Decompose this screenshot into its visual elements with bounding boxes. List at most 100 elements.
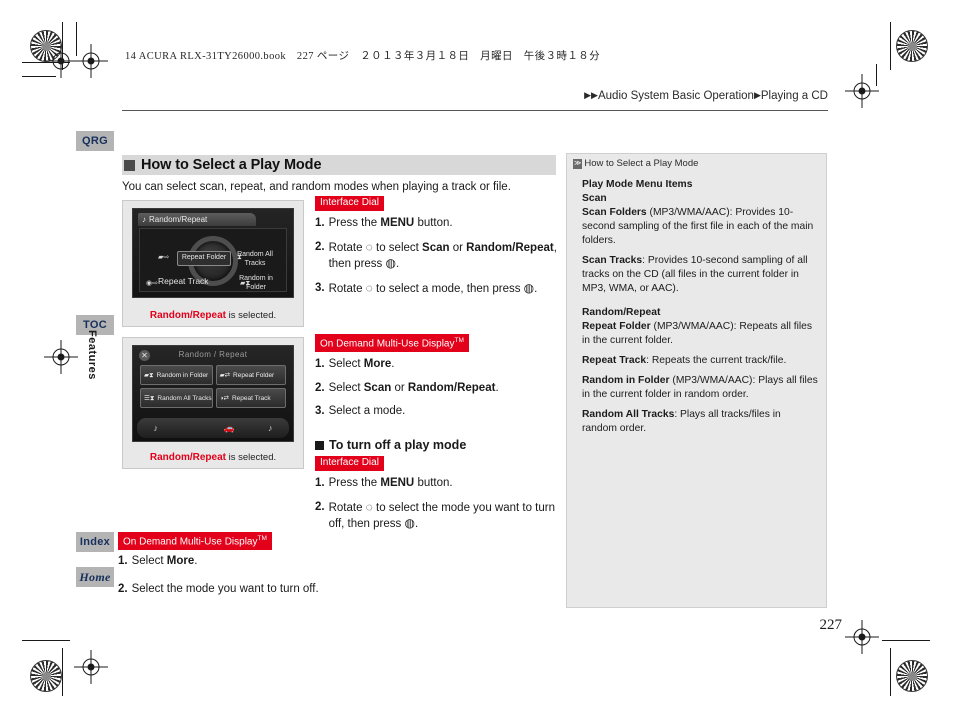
page-number: 227 — [819, 617, 843, 633]
step-text: Select a mode. — [328, 405, 406, 418]
crop-mark — [890, 22, 891, 70]
screen-title-text: Random/Repeat — [149, 215, 208, 224]
step-number: 2. — [118, 582, 128, 595]
info-panel-body: Play Mode Menu Items Scan Scan Folders (… — [576, 178, 818, 442]
step-text: Rotate ◌ to select the mode you want to … — [328, 499, 555, 531]
procedure-interface-dial: Interface Dial 1. Press the MENU button.… — [315, 196, 565, 297]
figure1-caption-bold: Random/Repeat — [149, 310, 226, 321]
breadcrumb-topic: Playing a CD — [760, 90, 828, 102]
sidebar-tab-index[interactable]: Index — [76, 532, 114, 552]
registration-cross-top-right — [845, 74, 879, 108]
step-number: 2. — [315, 500, 325, 513]
bullet-square-icon-2 — [315, 440, 324, 450]
step-2: 2. Rotate ◌ to select Scan or Random/Rep… — [315, 240, 565, 273]
button-random-in-folder-label: Random in Folder — [156, 371, 209, 379]
figure1-caption: Random/Repeat is selected. — [123, 310, 303, 321]
figure-on-demand-display-screen: ✕ Random / Repeat ▰⧗ Random in Folder ▰⇄… — [122, 337, 304, 469]
tracks-random-icon: ☰⧗ — [144, 394, 155, 402]
figure2-caption-bold: Random/Repeat — [149, 452, 226, 463]
panel-repeat-folder: Repeat Folder (MP3/WMA/AAC): Repeats all… — [582, 321, 813, 346]
registration-cross-left-mid — [44, 340, 78, 374]
panel-scan-tracks: Scan Tracks: Provides 10-second sampling… — [582, 255, 808, 294]
badge-interface-dial-2: Interface Dial — [315, 456, 384, 471]
subheading-text: To turn off a play mode — [329, 438, 467, 452]
page-title: How to Select a Play Mode — [141, 157, 322, 173]
crop-mark — [22, 76, 56, 77]
step-1: 1. Press the MENU button. — [315, 476, 565, 492]
bullet-square-icon — [124, 159, 135, 171]
step-number: 1. — [315, 217, 325, 229]
crop-mark — [22, 62, 70, 63]
section-turn-off-on-demand: On Demand Multi-Use DisplayTM 1. Select … — [118, 532, 418, 597]
breadcrumb-section: Audio System Basic Operation — [597, 90, 754, 102]
menu-item-repeat-track[interactable]: Repeat Track — [158, 277, 209, 286]
panel-scan-head: Scan — [582, 193, 607, 204]
sidebar-tab-home[interactable]: Home — [76, 567, 114, 587]
info-panel: ≫ How to Select a Play Mode Play Mode Me… — [566, 153, 827, 608]
header-rule — [122, 110, 828, 111]
car-icon[interactable]: 🚗 — [224, 423, 235, 434]
track-repeat-icon-2: ◑⇄ — [219, 395, 229, 402]
folder-random-icon: ▰⧗ — [144, 371, 154, 379]
button-repeat-folder-label: Repeat Folder — [233, 371, 275, 379]
button-repeat-track-label: Repeat Track — [231, 394, 271, 402]
step-number: 1. — [315, 477, 325, 489]
breadcrumb-arrow2-icon: ▶ — [753, 90, 761, 100]
music-note-icon-left[interactable]: ♪ — [153, 423, 158, 433]
step-1: 1. Press the MENU button. — [315, 216, 565, 232]
info-panel-header: ≫ How to Select a Play Mode — [567, 154, 704, 169]
panel-repeat-track: Repeat Track: Repeats the current track/… — [582, 355, 787, 366]
panel-scan-folders: Scan Folders (MP3/WMA/AAC): Provides 10-… — [582, 207, 814, 246]
track-repeat-icon: ◉⇨ — [146, 280, 158, 287]
step-1: 1. Select More. — [118, 554, 418, 570]
step-number: 2. — [315, 381, 325, 394]
step-text: Press the MENU button. — [328, 477, 453, 489]
crop-mark — [876, 64, 877, 86]
crop-mark — [890, 648, 891, 696]
step-text: Select Scan or Random/Repeat. — [328, 381, 499, 394]
screen-random-repeat-dial: ♪ Random/Repeat ▰⇨ Repeat Folder ⧗ Rando… — [132, 208, 294, 298]
figure2-caption-rest: is selected. — [225, 452, 277, 463]
sidebar-tab-qrg[interactable]: QRG — [76, 131, 114, 151]
section-turn-off-play-mode: To turn off a play mode Interface Dial 1… — [315, 438, 565, 533]
press-dial-icon: ◍ — [404, 516, 415, 530]
panel-title: Play Mode Menu Items — [582, 179, 693, 190]
press-dial-icon: ◍ — [523, 280, 535, 295]
music-note-icon: ♪ — [142, 215, 146, 224]
crop-mark — [62, 648, 63, 696]
step-3: 3. Rotate ◌ to select a mode, then press… — [315, 281, 565, 298]
badge-on-demand-display-2: On Demand Multi-Use DisplayTM — [118, 532, 272, 551]
music-note-icon-right[interactable]: ♪ — [268, 423, 273, 433]
button-random-in-folder[interactable]: ▰⧗ Random in Folder — [140, 365, 213, 385]
figure-interface-dial-screen: ♪ Random/Repeat ▰⇨ Repeat Folder ⧗ Rando… — [122, 200, 304, 327]
procedure-on-demand-display: On Demand Multi-Use DisplayTM 1. Select … — [315, 334, 565, 420]
menu-item-repeat-folder[interactable]: Repeat Folder — [177, 251, 231, 266]
registration-cross-bottom-left — [74, 650, 108, 684]
step-text: Select More. — [328, 358, 395, 371]
rotate-dial-icon: ◌ — [365, 499, 373, 514]
menu-item-random-all-tracks[interactable]: Random All Tracks — [230, 251, 280, 268]
page-title-bar: How to Select a Play Mode — [122, 155, 556, 175]
badge-on-demand-display: On Demand Multi-Use DisplayTM — [315, 334, 469, 353]
step-text: Rotate ◌ to select Scan or Random/Repeat… — [328, 239, 557, 271]
screen2-title-text: Random / Repeat — [178, 350, 248, 359]
screen-title-bar: ♪ Random/Repeat — [138, 213, 256, 226]
registration-star-bottom-left — [30, 660, 62, 692]
screen2-bottom-bar: ♪ 🚗 ♪ — [137, 418, 289, 438]
registration-cross-left-mid2 — [44, 44, 78, 78]
menu-item-random-in-folder[interactable]: Random in Folder — [232, 275, 280, 292]
registration-star-top-right — [896, 30, 928, 62]
registration-cross-top-left — [74, 44, 108, 78]
panel-random-in-folder: Random in Folder (MP3/WMA/AAC): Plays al… — [582, 375, 818, 400]
step-number: 1. — [118, 555, 128, 568]
sidebar-tab-features[interactable]: Features — [86, 330, 98, 380]
rotate-dial-icon: ◌ — [365, 280, 373, 295]
button-random-all-tracks[interactable]: ☰⧗ Random All Tracks — [140, 388, 213, 408]
breadcrumb-arrow-icon: ▶▶ — [584, 90, 598, 100]
step-number: 2. — [315, 240, 325, 253]
step-text: Rotate ◌ to select a mode, then press ◍. — [328, 280, 538, 295]
button-repeat-folder[interactable]: ▰⇄ Repeat Folder — [215, 365, 286, 385]
button-repeat-track[interactable]: ◑⇄ Repeat Track — [215, 388, 286, 408]
double-arrow-icon: ≫ — [573, 159, 583, 169]
panel-random-all-tracks: Random All Tracks: Plays all tracks/file… — [582, 409, 781, 434]
